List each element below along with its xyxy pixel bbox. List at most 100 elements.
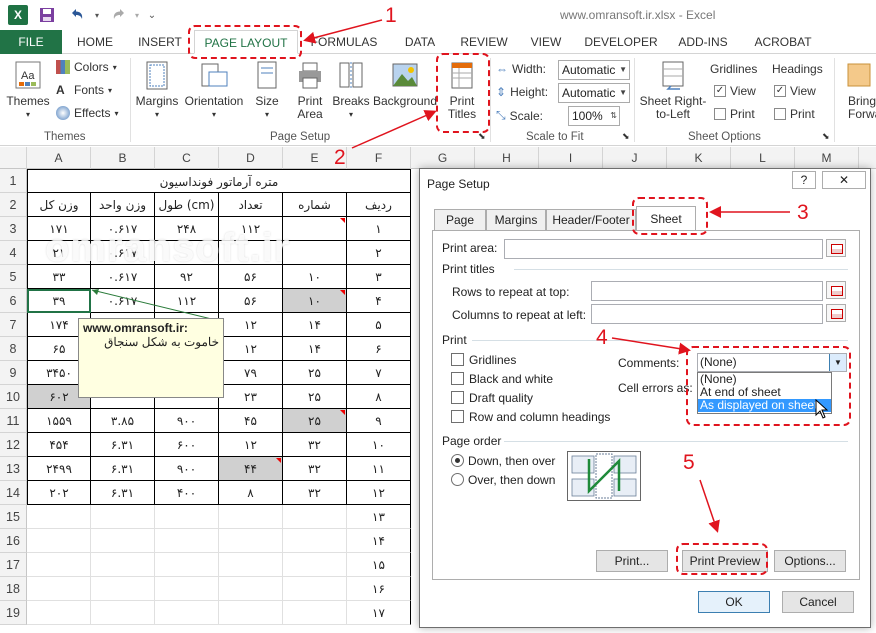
gridlines-view-checkbox[interactable]: ✓ View	[714, 84, 756, 98]
table-cell[interactable]: ۱۵	[347, 553, 411, 577]
dialog-tab-header-footer[interactable]: Header/Footer	[546, 209, 636, 230]
height-select[interactable]: Automatic ▼	[558, 83, 630, 103]
print-area-button[interactable]: Print Area	[288, 60, 332, 121]
table-cell[interactable]: ۲	[347, 241, 411, 265]
breaks-button[interactable]: Breaks ▾	[332, 60, 370, 121]
table-cell[interactable]: ۴۵۴	[27, 433, 91, 457]
print-preview-button[interactable]: Print Preview	[682, 550, 768, 572]
table-cell[interactable]: ۷۹	[219, 361, 283, 385]
table-cell[interactable]: ۲۰۲	[27, 481, 91, 505]
orientation-button[interactable]: Orientation ▾	[182, 60, 246, 121]
undo-icon[interactable]	[66, 5, 88, 25]
table-cell[interactable]	[283, 553, 347, 577]
tab-file[interactable]: FILE	[0, 30, 62, 54]
table-cell[interactable]: ۱۲	[347, 481, 411, 505]
column-header[interactable]: C	[155, 147, 219, 169]
redo-icon[interactable]	[108, 5, 130, 25]
column-header[interactable]: H	[475, 147, 539, 169]
table-cell[interactable]: ۱۷۱	[27, 217, 91, 241]
row-header[interactable]: 18	[0, 577, 27, 601]
table-cell[interactable]: ۶.۳۱	[91, 433, 155, 457]
table-cell[interactable]	[283, 241, 347, 265]
tab-developer[interactable]: DEVELOPER	[580, 30, 662, 54]
table-cell[interactable]: ۱۷	[347, 601, 411, 625]
table-header-cell[interactable]: تعداد	[219, 193, 283, 217]
scale-input[interactable]: 100% ⇅	[568, 106, 620, 126]
table-title-cell[interactable]: متره آرماتور فونداسیون	[27, 169, 411, 193]
table-cell[interactable]: ۶	[347, 337, 411, 361]
column-header[interactable]: D	[219, 147, 283, 169]
table-cell[interactable]: ۱۴	[347, 529, 411, 553]
table-cell[interactable]	[155, 577, 219, 601]
table-cell[interactable]: ۱۲	[219, 313, 283, 337]
table-cell[interactable]	[27, 601, 91, 625]
table-cell[interactable]: ۲۵	[283, 409, 347, 433]
table-cell[interactable]	[155, 505, 219, 529]
options-button[interactable]: Options...	[774, 550, 846, 572]
dialog-tab-margins[interactable]: Margins	[486, 209, 546, 230]
comments-select[interactable]: (None) ▼	[697, 353, 847, 372]
column-header[interactable]: J	[603, 147, 667, 169]
collapse-dialog-icon[interactable]	[826, 239, 846, 257]
effects-button[interactable]: Effects ▾	[56, 106, 118, 120]
row-header[interactable]: 17	[0, 553, 27, 577]
column-header[interactable]: K	[667, 147, 731, 169]
tab-insert[interactable]: INSERT	[130, 30, 190, 54]
redo-dropdown-icon[interactable]: ▾	[132, 5, 142, 25]
table-cell[interactable]: ۳۳	[27, 265, 91, 289]
table-cell[interactable]	[27, 505, 91, 529]
table-cell[interactable]: ۳۹	[27, 289, 91, 313]
save-icon[interactable]	[36, 5, 58, 25]
cancel-button[interactable]: Cancel	[782, 591, 854, 613]
table-cell[interactable]: ۳.۸۵	[91, 409, 155, 433]
table-cell[interactable]: ۰.۶۱۷	[91, 241, 155, 265]
table-cell[interactable]: ۱	[347, 217, 411, 241]
table-cell[interactable]: ۴۴	[219, 457, 283, 481]
table-cell[interactable]: ۱۰	[283, 289, 347, 313]
row-header[interactable]: 12	[0, 433, 27, 457]
table-cell[interactable]	[27, 577, 91, 601]
table-cell[interactable]: ۰.۶۱۷	[91, 289, 155, 313]
table-cell[interactable]	[91, 577, 155, 601]
table-header-cell[interactable]: وزن واحد	[91, 193, 155, 217]
table-cell[interactable]: ۲۵	[283, 385, 347, 409]
table-cell[interactable]	[155, 601, 219, 625]
table-cell[interactable]: ۸	[347, 385, 411, 409]
row-header[interactable]: 7	[0, 313, 27, 337]
table-cell[interactable]: ۱۲	[219, 433, 283, 457]
column-header[interactable]: E	[283, 147, 347, 169]
table-cell[interactable]: ۱۰	[283, 265, 347, 289]
row-header[interactable]: 3	[0, 217, 27, 241]
table-cell[interactable]: ۰.۶۱۷	[91, 217, 155, 241]
down-then-over-radio[interactable]	[451, 454, 464, 467]
table-cell[interactable]	[283, 601, 347, 625]
cell-comment-box[interactable]: www.omransoft.ir: خاموت به شکل سنجاق	[78, 318, 224, 398]
collapse-dialog-icon[interactable]	[826, 281, 846, 299]
table-cell[interactable]: ۱۱۲	[155, 289, 219, 313]
table-cell[interactable]: ۱۰	[347, 433, 411, 457]
table-cell[interactable]	[155, 241, 219, 265]
column-header[interactable]: G	[411, 147, 475, 169]
tab-page-layout[interactable]: PAGE LAYOUT	[194, 30, 298, 54]
page-setup-launcher-icon[interactable]: ⬊	[478, 131, 486, 142]
table-cell[interactable]	[219, 553, 283, 577]
table-cell[interactable]: ۹	[347, 409, 411, 433]
table-cell[interactable]	[219, 577, 283, 601]
table-cell[interactable]: ۷	[347, 361, 411, 385]
table-cell[interactable]: ۲۵	[283, 361, 347, 385]
table-cell[interactable]: ۴۰۰	[155, 481, 219, 505]
table-cell[interactable]	[91, 505, 155, 529]
column-header[interactable]: I	[539, 147, 603, 169]
table-cell[interactable]: ۱۴	[283, 337, 347, 361]
table-cell[interactable]	[91, 601, 155, 625]
close-button[interactable]: ✕	[822, 171, 866, 189]
table-cell[interactable]: ۱۳	[347, 505, 411, 529]
table-header-cell[interactable]: شماره	[283, 193, 347, 217]
table-cell[interactable]: ۱۴	[283, 313, 347, 337]
print-button[interactable]: Print...	[596, 550, 668, 572]
tab-review[interactable]: REVIEW	[454, 30, 514, 54]
tab-home[interactable]: HOME	[66, 30, 124, 54]
table-cell[interactable]: ۱۶	[347, 577, 411, 601]
table-cell[interactable]: ۰.۶۱۷	[91, 265, 155, 289]
table-header-cell[interactable]: وزن کل	[27, 193, 91, 217]
